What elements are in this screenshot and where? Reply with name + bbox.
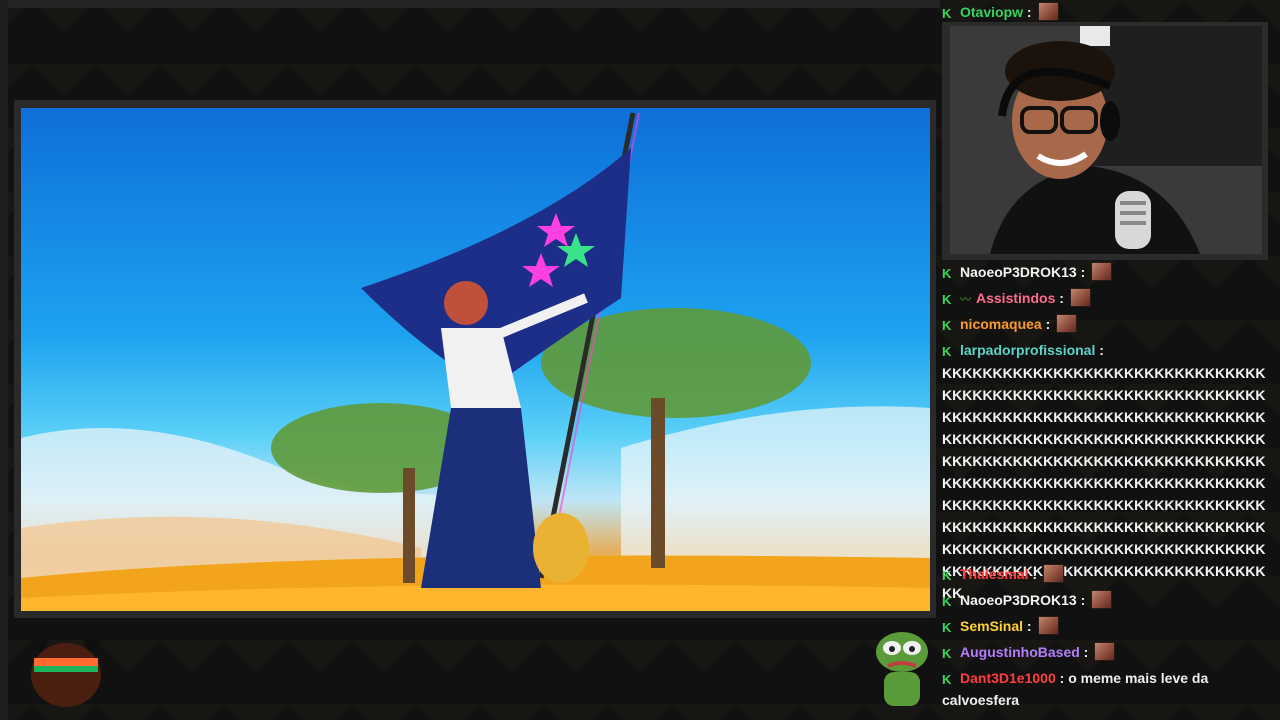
mascot-icon [31, 634, 101, 707]
kick-badge-icon: K [942, 6, 952, 21]
emote-icon [1037, 2, 1059, 21]
video-illustration [21, 112, 930, 611]
chat-username[interactable]: AugustinhoBased [960, 644, 1080, 660]
chat-message: K Thalesmal : [942, 563, 1278, 585]
chat-colon: : [1059, 290, 1064, 306]
chat-colon: : [1099, 342, 1104, 358]
chat-message: K AugustinhoBased : [942, 641, 1278, 663]
chat-colon: : [1045, 316, 1051, 332]
chat-username[interactable]: larpadorprofissional [960, 342, 1095, 358]
pepe-emote-icon [876, 632, 928, 706]
chat-message: K NaoeoP3DROK13 : [942, 261, 1278, 283]
main-video[interactable] [21, 108, 930, 611]
kick-badge-icon: K [942, 266, 952, 281]
kick-badge-icon: K [942, 620, 952, 635]
chat-message: Klarpadorprofissional : [942, 339, 1278, 361]
chat-colon: : [1026, 4, 1032, 20]
kick-badge-icon: K [942, 672, 952, 687]
left-frame [0, 0, 8, 720]
chat-username[interactable]: Dant3D1e1000 [960, 670, 1056, 686]
kick-badge-icon: K [942, 594, 952, 609]
emote-icon [1091, 590, 1113, 609]
kick-badge-icon: K [942, 318, 952, 333]
chat-colon: : [1059, 670, 1065, 686]
chat-colon: : [1080, 264, 1086, 280]
chat-username[interactable]: Thalesmal [960, 566, 1028, 582]
chat-colon: : [1026, 618, 1032, 634]
chat-colon: : [1083, 644, 1089, 660]
top-frame [0, 0, 940, 8]
chat-message: K Dant3D1e1000 : o meme mais leve da calv… [942, 667, 1278, 711]
chat-colon: : [1032, 566, 1038, 582]
chat-username[interactable]: Otaviopw [960, 4, 1023, 20]
emote-icon [1056, 314, 1078, 333]
kick-badge-icon: K [942, 292, 952, 307]
chat-username[interactable]: Assistindos [976, 290, 1055, 306]
emote-icon [1091, 262, 1113, 281]
chat-message: K Otaviopw : [942, 1, 1278, 23]
emote-icon [1043, 564, 1065, 583]
chat-username[interactable]: nicomaquea [960, 316, 1042, 332]
chat-message: K NaoeoP3DROK13 : [942, 589, 1278, 611]
kick-badge-icon: K [942, 568, 952, 583]
emote-icon [1094, 642, 1116, 661]
chat-colon: : [1080, 592, 1086, 608]
chat-username[interactable]: NaoeoP3DROK13 [960, 264, 1077, 280]
kick-badge-icon: K [942, 646, 952, 661]
kick-badge-icon: K [942, 344, 952, 359]
subscriber-badge-icon: 〰 [960, 294, 971, 306]
chat-message: K SemSinal : [942, 615, 1278, 637]
emote-icon [1069, 288, 1091, 307]
chat-panel: K Otaviopw : K NaoeoP3DROK13 : K 〰 Assistind… [940, 0, 1280, 720]
chat-username[interactable]: SemSinal [960, 618, 1023, 634]
chat-message: K 〰 Assistindos : [942, 287, 1278, 311]
chat-message: Knicomaquea : [942, 313, 1278, 335]
chat-username[interactable]: NaoeoP3DROK13 [960, 592, 1077, 608]
emote-icon [1037, 616, 1059, 635]
